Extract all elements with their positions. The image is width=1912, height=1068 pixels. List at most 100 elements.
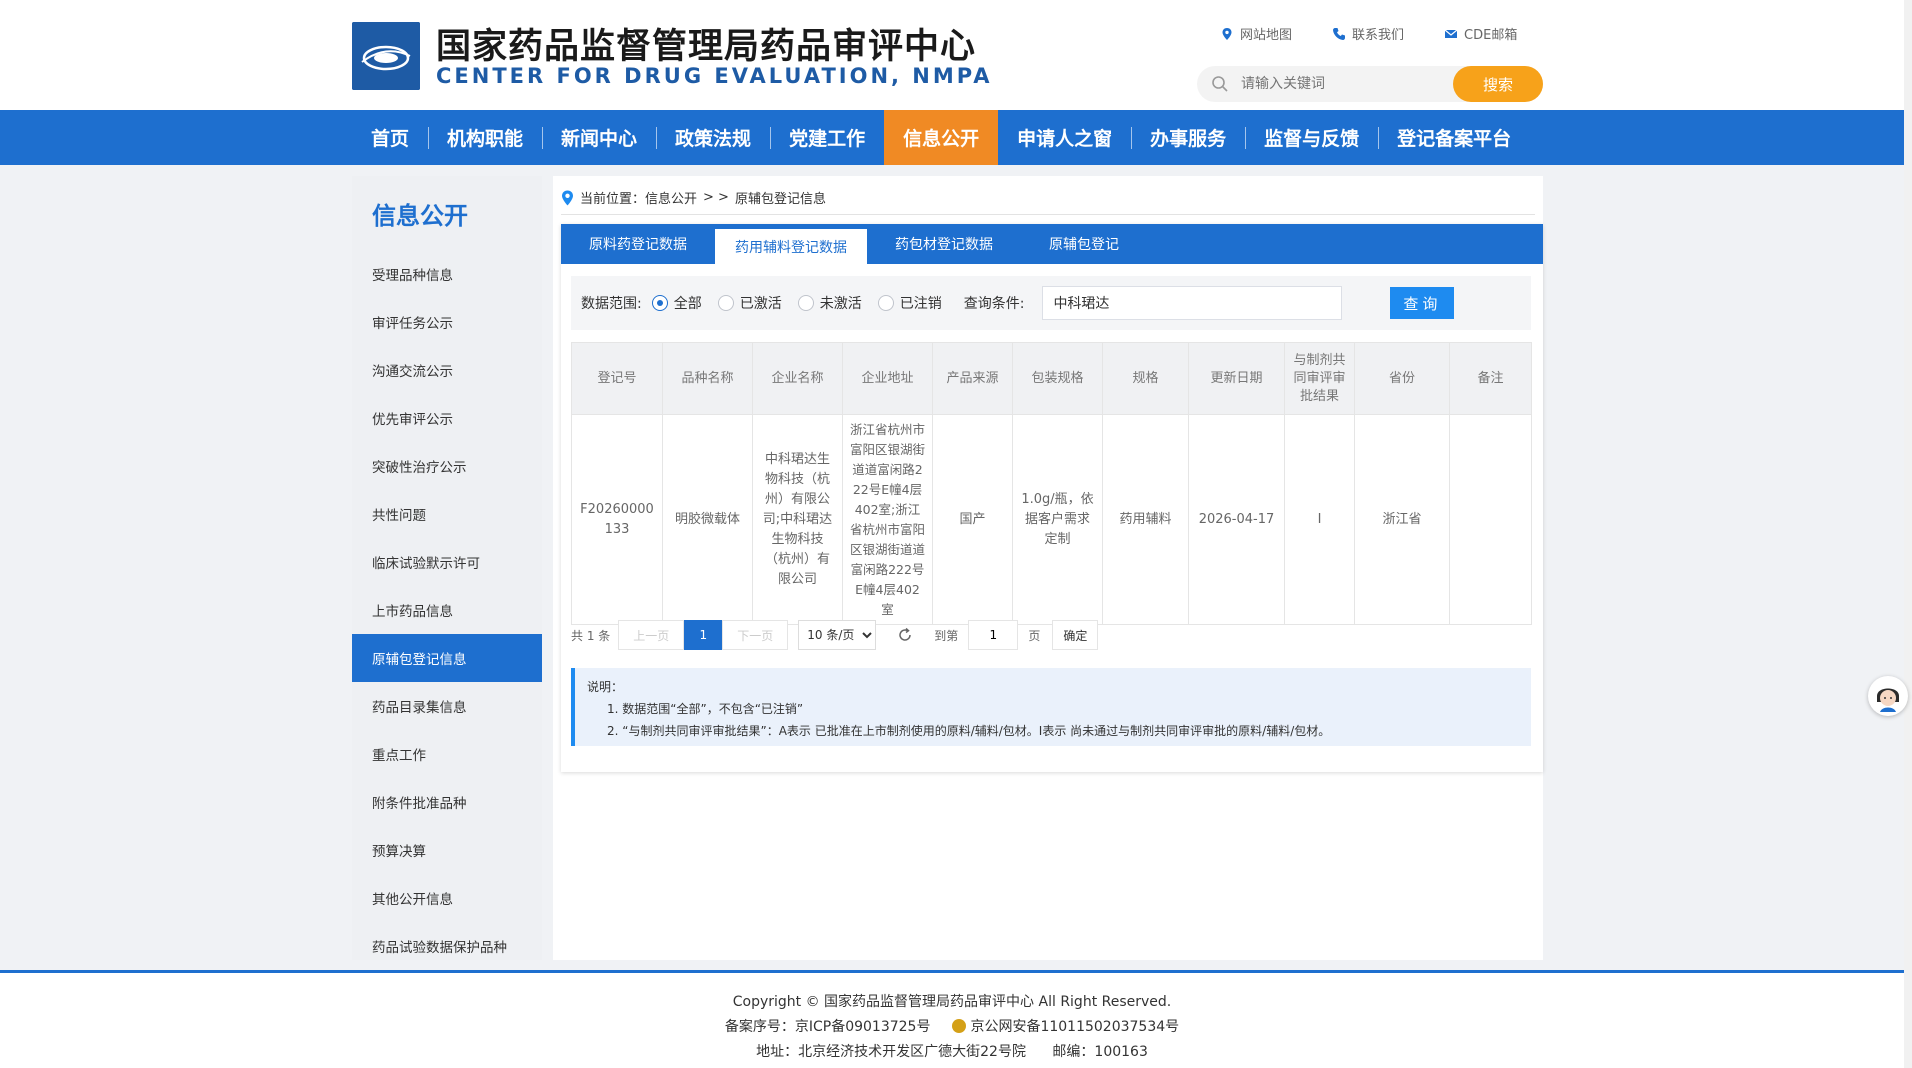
sidebar-item[interactable]: 药品试验数据保护品种 (352, 922, 542, 970)
sidebar-item[interactable]: 审评任务公示 (352, 298, 542, 346)
results-table: 登记号 品种名称 企业名称 企业地址 产品来源 包装规格 规格 更新日期 与制剂… (571, 342, 1532, 625)
sidebar: 信息公开 受理品种信息 审评任务公示 沟通交流公示 优先审评公示 突破性治疗公示… (352, 176, 542, 960)
next-page-button[interactable]: 下一页 (722, 620, 789, 650)
top-links: 网站地图 联系我们 CDE邮箱 (1220, 24, 1517, 43)
col-header: 与制剂共同审评审批结果 (1284, 342, 1355, 415)
search-box: 搜索 (1197, 66, 1543, 102)
cell-province: 浙江省 (1354, 414, 1450, 625)
note-item: 2. “与制剂共同审评审批结果”：A表示 已批准在上市制剂使用的原料/辅料/包材… (607, 724, 1331, 738)
sitemap-link-label: 网站地图 (1240, 28, 1293, 43)
assistant-avatar-icon[interactable] (1868, 676, 1908, 716)
search-input[interactable] (1241, 66, 1441, 102)
main-nav: 首页 机构职能 新闻中心 政策法规 党建工作 信息公开 申请人之窗 办事服务 监… (0, 110, 1904, 165)
col-header: 备注 (1449, 342, 1532, 415)
radio-label: 全部 (673, 296, 702, 312)
nav-functions[interactable]: 机构职能 (428, 110, 542, 165)
radio-activated[interactable]: 已激活 (717, 293, 782, 313)
notes-box: 说明： 1. 数据范围“全部”，不包含“已注销” 2. “与制剂共同审评审批结果… (571, 668, 1531, 746)
search-button[interactable]: 搜索 (1453, 66, 1543, 102)
sidebar-item[interactable]: 药品目录集信息 (352, 682, 542, 730)
sidebar-item[interactable]: 受理品种信息 (352, 250, 542, 298)
goto-confirm-button[interactable]: 确定 (1052, 620, 1099, 650)
sidebar-item[interactable]: 预算决算 (352, 826, 542, 874)
scope-label: 数据范围: (581, 296, 642, 312)
sidebar-item[interactable]: 共性问题 (352, 490, 542, 538)
email-link[interactable]: CDE邮箱 (1444, 24, 1517, 43)
radio-label: 已注销 (899, 296, 942, 312)
email-link-label: CDE邮箱 (1464, 28, 1518, 43)
radio-inactive[interactable]: 未激活 (797, 293, 862, 313)
filter-bar: 数据范围: 全部 已激活 未激活 已注销 查询条件: 查询 (571, 276, 1531, 330)
site-title-en: CENTER FOR DRUG EVALUATION, NMPA (436, 64, 993, 88)
cde-logo[interactable] (352, 22, 420, 90)
nav-registration-platform[interactable]: 登记备案平台 (1378, 110, 1530, 165)
main-content: 当前位置：信息公开 > > 原辅包登记信息 原料药登记数据 药用辅料登记数据 药… (553, 176, 1543, 960)
page-size-select[interactable]: 10 条/页 (798, 620, 877, 650)
table-header-row: 登记号 品种名称 企业名称 企业地址 产品来源 包装规格 规格 更新日期 与制剂… (571, 342, 1532, 415)
contact-link[interactable]: 联系我们 (1332, 24, 1404, 43)
scrollbar[interactable] (1904, 0, 1912, 1068)
radio-dot (877, 295, 894, 311)
tab-excipient-registration[interactable]: 药用辅料登记数据 (715, 226, 867, 264)
query-input[interactable] (1042, 286, 1343, 320)
sidebar-item[interactable]: 沟通交流公示 (352, 346, 542, 394)
col-header: 规格 (1102, 342, 1189, 415)
sidebar-item[interactable]: 临床试验默示许可 (352, 538, 542, 586)
breadcrumb-current: 原辅包登记信息 (734, 192, 826, 207)
nav-party[interactable]: 党建工作 (770, 110, 884, 165)
cell-package-spec: 1.0g/瓶，依据客户需求定制 (1012, 414, 1103, 625)
footer-address-row: 地址：北京经济技术开发区广德大街22号院 邮编：100163 (0, 1041, 1904, 1061)
pagination: 共 1 条 上一页 1 下一页 10 条/页 到第 页 确定 (571, 620, 1099, 650)
location-pin-icon (1222, 27, 1232, 40)
nav-info-public[interactable]: 信息公开 (884, 110, 999, 165)
footer-record-row: 备案序号：京ICP备09013725号 京公网安备11011502037534号 (0, 1016, 1904, 1036)
nav-policy[interactable]: 政策法规 (656, 110, 770, 165)
radio-dot (797, 295, 814, 311)
sidebar-item[interactable]: 其他公开信息 (352, 874, 542, 922)
site-header: 国家药品监督管理局药品审评中心 CENTER FOR DRUG EVALUATI… (0, 0, 1904, 110)
nav-home[interactable]: 首页 (352, 110, 428, 165)
cell-product-source: 国产 (932, 414, 1013, 625)
prev-page-button[interactable]: 上一页 (618, 620, 685, 650)
col-header: 更新日期 (1188, 342, 1285, 415)
police-record-link[interactable]: 京公网安备11011502037534号 (970, 1019, 1179, 1035)
tab-api-registration[interactable]: 原料药登记数据 (561, 224, 715, 264)
col-header: 企业地址 (842, 342, 933, 415)
query-button[interactable]: 查询 (1390, 287, 1455, 319)
page-number-current[interactable]: 1 (684, 620, 723, 650)
col-header: 企业名称 (752, 342, 843, 415)
refresh-icon[interactable] (896, 626, 914, 644)
goto-page-input[interactable] (968, 620, 1019, 650)
cell-company-name: 中科珺达生物科技（杭州）有限公司;中科珺达生物科技（杭州）有限公司 (752, 414, 843, 625)
notes-title: 说明： (587, 680, 624, 694)
nav-services[interactable]: 办事服务 (1131, 110, 1245, 165)
search-icon (1212, 76, 1228, 92)
sidebar-item[interactable]: 突破性治疗公示 (352, 442, 542, 490)
sidebar-item[interactable]: 重点工作 (352, 730, 542, 778)
cell-review-result: I (1284, 414, 1355, 625)
sidebar-item-active[interactable]: 原辅包登记信息 (352, 634, 542, 682)
icp-link[interactable]: 备案序号：京ICP备09013725号 (725, 1019, 931, 1035)
breadcrumb: 当前位置：信息公开 > > 原辅包登记信息 (561, 188, 826, 207)
nav-supervision[interactable]: 监督与反馈 (1245, 110, 1378, 165)
note-item: 1. 数据范围“全部”，不包含“已注销” (607, 702, 804, 716)
sidebar-item[interactable]: 优先审评公示 (352, 394, 542, 442)
cell-remarks (1449, 414, 1532, 625)
phone-icon (1333, 27, 1346, 40)
sidebar-item[interactable]: 上市药品信息 (352, 586, 542, 634)
nav-applicant[interactable]: 申请人之窗 (998, 110, 1131, 165)
breadcrumb-prefix[interactable]: 当前位置：信息公开 (580, 188, 697, 207)
radio-all[interactable]: 全部 (651, 293, 702, 313)
location-pin-icon (562, 190, 573, 205)
radio-cancelled[interactable]: 已注销 (877, 293, 942, 313)
site-title-cn: 国家药品监督管理局药品审评中心 (436, 27, 977, 67)
radio-label: 未激活 (819, 296, 862, 312)
nav-news[interactable]: 新闻中心 (542, 110, 656, 165)
tab-all-registration[interactable]: 原辅包登记 (1021, 224, 1147, 264)
table-row: F20260000133 明胶微载体 中科珺达生物科技（杭州）有限公司;中科珺达… (571, 414, 1532, 625)
tab-bar: 原料药登记数据 药用辅料登记数据 药包材登记数据 原辅包登记 (561, 224, 1543, 264)
tab-packaging-registration[interactable]: 药包材登记数据 (867, 224, 1021, 264)
sidebar-item[interactable]: 附条件批准品种 (352, 778, 542, 826)
sitemap-link[interactable]: 网站地图 (1220, 24, 1292, 43)
cell-variety-name: 明胶微载体 (662, 414, 753, 625)
